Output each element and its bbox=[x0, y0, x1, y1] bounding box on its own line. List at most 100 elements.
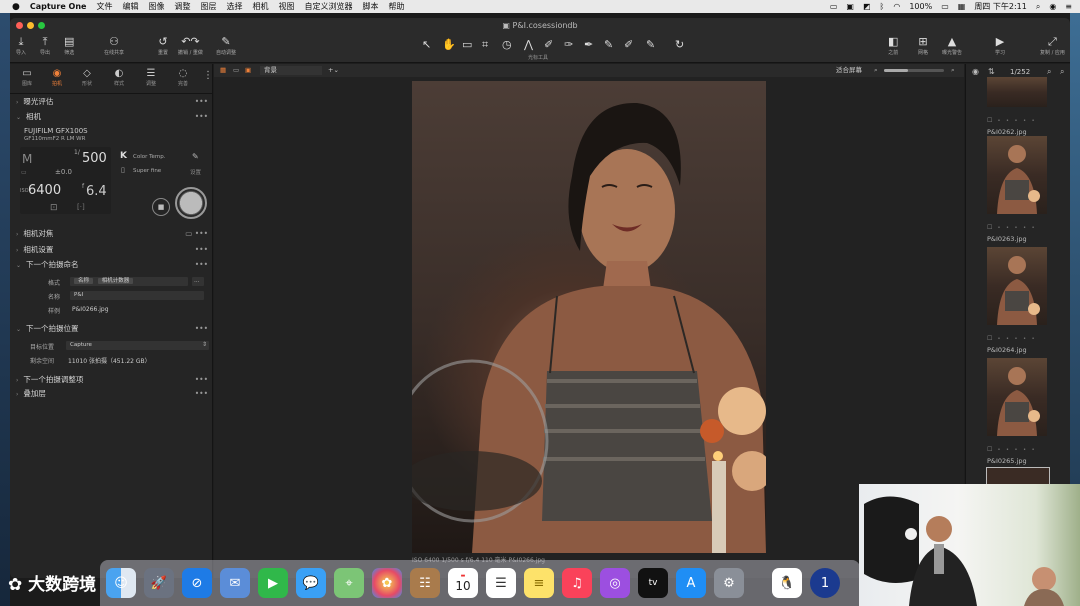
finder-icon[interactable]: ☺ bbox=[106, 568, 136, 598]
apple-menu-icon[interactable]: ● bbox=[12, 2, 20, 12]
before-button[interactable]: ◧ 之前 bbox=[888, 35, 898, 56]
crop-tool-icon[interactable]: ⌗ bbox=[482, 38, 488, 52]
tv-icon[interactable]: tv bbox=[638, 568, 668, 598]
keystone-tool-icon[interactable]: ⋀ bbox=[524, 38, 533, 51]
menu-image[interactable]: 图像 bbox=[148, 1, 164, 12]
mail-icon[interactable]: ✉ bbox=[220, 568, 250, 598]
display-icon[interactable]: ▣ bbox=[846, 2, 854, 11]
tab-style[interactable]: ◐ 样式 bbox=[104, 67, 134, 87]
target-select[interactable]: Capture bbox=[66, 341, 209, 350]
app-menu[interactable]: Capture One bbox=[30, 2, 87, 11]
facetime-icon[interactable]: ▶ bbox=[258, 568, 288, 598]
input-icon[interactable]: ▦ bbox=[958, 2, 966, 11]
section-camera-settings[interactable]: › 相机设置 ••• bbox=[10, 243, 213, 257]
menu-edit[interactable]: 编辑 bbox=[122, 1, 138, 12]
menu-file[interactable]: 文件 bbox=[96, 1, 112, 12]
export-button[interactable]: ⤒ 导出 bbox=[40, 35, 50, 56]
section-camera[interactable]: ⌄ 相机 ••• bbox=[10, 110, 213, 124]
rating-stars[interactable]: • • • • • bbox=[997, 225, 1036, 231]
heal-tool-icon[interactable]: ✎ bbox=[604, 38, 613, 51]
section-menu-icon[interactable]: ▭ ••• bbox=[185, 227, 208, 241]
select-tool-icon[interactable]: ↖ bbox=[422, 38, 431, 51]
wifi-icon[interactable]: ◠ bbox=[893, 2, 900, 11]
pan-tool-icon[interactable]: ✋ bbox=[442, 38, 456, 51]
minimize-button[interactable] bbox=[27, 22, 34, 29]
section-camera-focus[interactable]: › 相机对焦 ▭ ••• bbox=[10, 227, 213, 241]
tab-library[interactable]: ▭ 图库 bbox=[12, 67, 42, 87]
refresh-icon[interactable]: ↻ bbox=[675, 38, 684, 51]
add-icon[interactable]: +⌄ bbox=[328, 64, 339, 77]
menu-custom-browser[interactable]: 自定义浏览器 bbox=[304, 1, 352, 12]
checkbox-icon[interactable]: ☐ bbox=[987, 446, 992, 453]
format-token[interactable]: 相机计数器 bbox=[97, 278, 134, 284]
tab-capture[interactable]: ◉ 拍机 bbox=[42, 67, 72, 87]
1password-icon[interactable]: 1 bbox=[810, 568, 840, 598]
bluetooth-icon[interactable]: ᛒ bbox=[880, 2, 885, 11]
section-menu-icon[interactable]: ••• bbox=[195, 95, 208, 109]
menu-extra-icon[interactable]: ◩ bbox=[863, 2, 871, 11]
filter-icon[interactable]: ⌕ bbox=[1060, 67, 1064, 77]
safari-icon[interactable]: ⊘ bbox=[182, 568, 212, 598]
section-overlay[interactable]: › 叠加层 ••• bbox=[10, 387, 213, 401]
thumbnail-item[interactable]: ☐ • • • • • P&I0265.jpg bbox=[987, 358, 1049, 465]
menu-help[interactable]: 帮助 bbox=[388, 1, 404, 12]
appstore-icon[interactable]: A bbox=[676, 568, 706, 598]
thumbnail-stars[interactable]: ☐ • • • • • bbox=[987, 436, 1049, 455]
rating-stars[interactable]: • • • • • bbox=[997, 447, 1036, 453]
zoom-slider[interactable] bbox=[884, 69, 944, 72]
search-icon[interactable]: ⌕ bbox=[1047, 67, 1051, 77]
screen-icon[interactable]: ▭ bbox=[830, 2, 838, 11]
compare-view-icon[interactable]: ▣ bbox=[245, 64, 251, 77]
undo-redo-button[interactable]: ↶↷ 撤销 / 重做 bbox=[178, 35, 203, 56]
reset-button[interactable]: ↺ 重置 bbox=[158, 35, 168, 56]
filter-button[interactable]: ▤ 筛选 bbox=[64, 35, 74, 56]
loupe-tool-icon[interactable]: ▭ bbox=[462, 38, 472, 51]
preset-select[interactable]: 背景 bbox=[260, 66, 322, 75]
eyedropper-icon[interactable]: ✎ bbox=[192, 152, 199, 161]
podcasts-icon[interactable]: ◎ bbox=[600, 568, 630, 598]
shutter-value[interactable]: 500 bbox=[82, 151, 107, 166]
single-view-icon[interactable]: ▭ bbox=[233, 64, 239, 77]
qq-icon[interactable]: 🐧 bbox=[772, 568, 802, 598]
eraser-tool-icon[interactable]: ✑ bbox=[564, 38, 573, 51]
zoom-button[interactable] bbox=[38, 22, 45, 29]
zoom-in-icon[interactable]: ⌕ bbox=[951, 64, 955, 77]
close-button[interactable] bbox=[16, 22, 23, 29]
menu-scripts[interactable]: 脚本 bbox=[362, 1, 378, 12]
brush-tool-icon[interactable]: ✐ bbox=[544, 38, 553, 51]
rating-stars[interactable]: • • • • • bbox=[997, 118, 1036, 124]
eye-icon[interactable]: ◉ bbox=[972, 67, 979, 76]
thumbnail-item[interactable]: ☐ • • • • • P&I0264.jpg bbox=[987, 247, 1049, 354]
section-menu-icon[interactable]: ••• bbox=[195, 322, 208, 336]
share-button[interactable]: ⚇ 在线共享 bbox=[104, 35, 124, 56]
notes-icon[interactable]: ≡ bbox=[524, 568, 554, 598]
aperture-value[interactable]: 6.4 bbox=[86, 184, 107, 199]
exposure-warning-button[interactable]: ▲ 曝光警告 bbox=[942, 35, 962, 56]
checkbox-icon[interactable]: ☐ bbox=[987, 335, 992, 342]
rotate-tool-icon[interactable]: ◷ bbox=[502, 38, 512, 51]
zoom-label[interactable]: 适合屏幕 bbox=[836, 64, 862, 77]
calendar-icon[interactable]: ▬ 10 bbox=[448, 568, 478, 598]
menu-view[interactable]: 视图 bbox=[278, 1, 294, 12]
format-field[interactable]: 名称 相机计数器 bbox=[70, 277, 188, 286]
picker-tool-icon[interactable]: ✐ bbox=[624, 38, 633, 51]
more-icon[interactable]: ⋮ bbox=[203, 70, 213, 81]
auto-adjust-button[interactable]: ✎ 自动调整 bbox=[216, 35, 236, 56]
grid-button[interactable]: ⊞ 网格 bbox=[918, 35, 928, 56]
iso-value[interactable]: 6400 bbox=[28, 183, 61, 198]
section-next-name[interactable]: ⌄ 下一个拍摄命名 ••• bbox=[10, 258, 213, 272]
tab-adjust[interactable]: ☰ 调整 bbox=[136, 67, 166, 87]
section-next-adjust[interactable]: › 下一个拍摄调整项 ••• bbox=[10, 373, 213, 387]
copy-apply-button[interactable]: ⤢ 复制 / 应用 bbox=[1040, 35, 1065, 56]
thumbnail-item[interactable]: ☐ • • • • • P&I0263.jpg bbox=[987, 136, 1049, 243]
launchpad-icon[interactable]: 🚀 bbox=[144, 568, 174, 598]
section-menu-icon[interactable]: ••• bbox=[195, 373, 208, 387]
control-center-icon[interactable]: ≡ bbox=[1065, 2, 1072, 11]
menu-select[interactable]: 选择 bbox=[226, 1, 242, 12]
siri-icon[interactable]: ◉ bbox=[1049, 2, 1056, 11]
checkbox-icon[interactable]: ☐ bbox=[987, 117, 992, 124]
section-next-location[interactable]: ⌄ 下一个拍摄位置 ••• bbox=[10, 322, 213, 336]
format-more-button[interactable]: … bbox=[192, 277, 204, 286]
settings-icon[interactable]: ⚙ bbox=[714, 568, 744, 598]
annotate-tool-icon[interactable]: ✎ bbox=[646, 38, 655, 51]
